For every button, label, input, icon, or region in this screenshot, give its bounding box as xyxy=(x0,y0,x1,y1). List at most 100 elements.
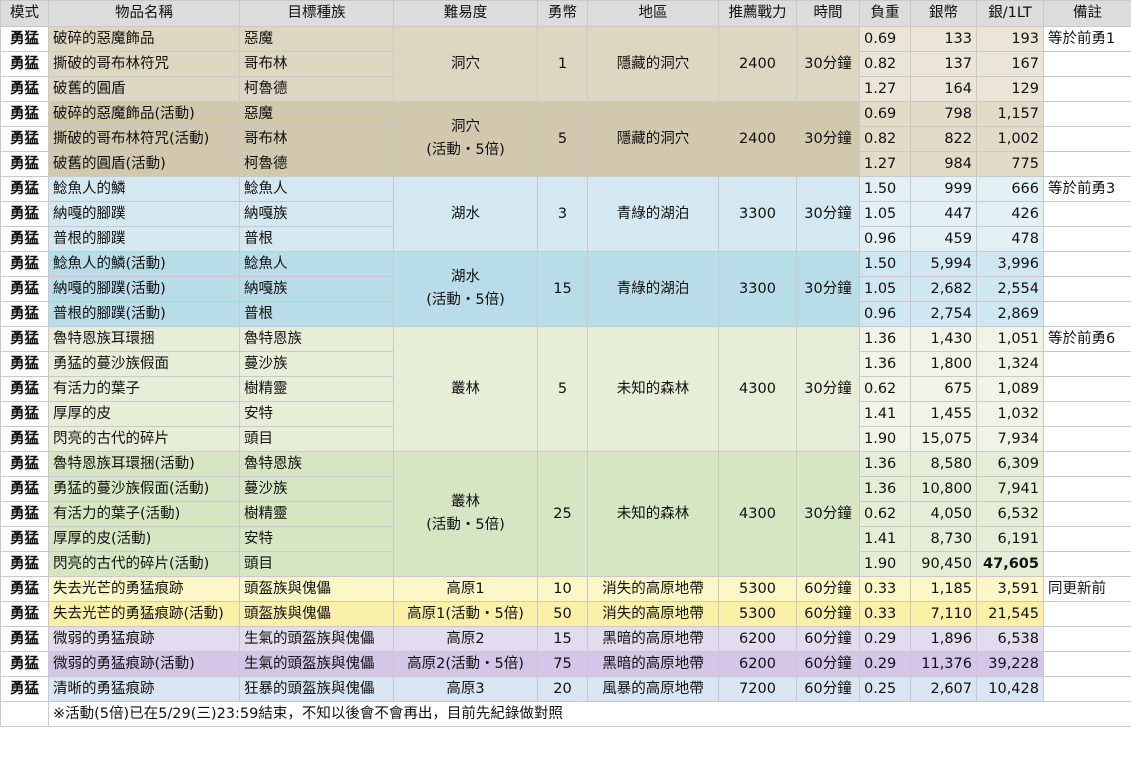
weight-cell: 1.36 xyxy=(859,351,911,377)
mode-cell: 勇猛 xyxy=(0,26,49,52)
difficulty-cell: 洞穴 (活動・5倍) xyxy=(393,101,538,177)
region-cell: 隱藏的洞穴 xyxy=(587,26,719,102)
target-race-cell: 納嘎族 xyxy=(239,201,394,227)
mode-cell: 勇猛 xyxy=(0,676,49,702)
weight-cell: 1.50 xyxy=(859,176,911,202)
difficulty-cell: 叢林 (活動・5倍) xyxy=(393,451,538,577)
silver-per-lt-cell: 3,591 xyxy=(976,576,1044,602)
target-race-cell: 普根 xyxy=(239,226,394,252)
target-race-cell: 樹精靈 xyxy=(239,501,394,527)
note-cell xyxy=(1043,401,1131,427)
difficulty-line: 洞穴 xyxy=(451,119,480,135)
silver-per-lt-cell: 478 xyxy=(976,226,1044,252)
weight-cell: 1.05 xyxy=(859,276,911,302)
note-cell xyxy=(1043,601,1131,627)
silver-per-lt-cell: 167 xyxy=(976,51,1044,77)
note-cell xyxy=(1043,51,1131,77)
coins-cell: 20 xyxy=(537,676,588,702)
difficulty-cell: 高原2 xyxy=(393,626,538,652)
table-row: 勇猛 破碎的惡魔飾品 惡魔 洞穴 1 隱藏的洞穴 2400 30分鐘 0.69 133 193 等於前… xyxy=(0,26,1131,102)
silver-cell: 459 xyxy=(910,226,977,252)
difficulty-line: 高原1(活動・5倍) xyxy=(407,605,524,622)
silver-cell: 1,800 xyxy=(910,351,977,377)
item-name-cell: 普根的腳蹼 xyxy=(48,226,240,252)
power-cell: 3300 xyxy=(718,251,797,327)
silver-per-lt-cell: 7,934 xyxy=(976,426,1044,452)
difficulty-line: 湖水 xyxy=(451,269,480,285)
mode-cell: 勇猛 xyxy=(0,176,49,202)
footnote-spacer xyxy=(0,701,49,727)
mode-cell: 勇猛 xyxy=(0,151,49,177)
target-race-cell: 安特 xyxy=(239,526,394,552)
item-name-cell: 微弱的勇猛痕跡 xyxy=(48,626,240,652)
weight-cell: 1.90 xyxy=(859,551,911,577)
item-name-cell: 失去光芒的勇猛痕跡 xyxy=(48,576,240,602)
weight-cell: 1.27 xyxy=(859,151,911,177)
drop-table: 模式 物品名稱 目標種族 難易度 勇幣 地區 推薦戰力 時間 負重 銀幣 銀/1… xyxy=(0,0,1131,727)
mode-cell: 勇猛 xyxy=(0,126,49,152)
power-cell: 5300 xyxy=(718,601,797,627)
item-name-cell: 魯特恩族耳環捆 xyxy=(48,326,240,352)
target-race-cell: 頭目 xyxy=(239,551,394,577)
difficulty-line: 洞穴 xyxy=(451,55,480,72)
power-cell: 2400 xyxy=(718,26,797,102)
item-name-cell: 魯特恩族耳環捆(活動) xyxy=(48,451,240,477)
region-cell: 隱藏的洞穴 xyxy=(587,101,719,177)
item-name-cell: 破碎的惡魔飾品 xyxy=(48,26,240,52)
header-row: 模式 物品名稱 目標種族 難易度 勇幣 地區 推薦戰力 時間 負重 銀幣 銀/1… xyxy=(0,0,1131,27)
header-silver: 銀幣 xyxy=(910,0,977,27)
time-cell: 60分鐘 xyxy=(796,626,860,652)
item-name-cell: 納嘎的腳蹼(活動) xyxy=(48,276,240,302)
mode-cell: 勇猛 xyxy=(0,301,49,327)
region-cell: 消失的高原地帶 xyxy=(587,576,719,602)
difficulty-line: 叢林 xyxy=(451,494,480,510)
coins-cell: 15 xyxy=(537,251,588,327)
note-cell xyxy=(1043,651,1131,677)
power-cell: 5300 xyxy=(718,576,797,602)
weight-cell: 1.90 xyxy=(859,426,911,452)
coins-cell: 5 xyxy=(537,326,588,452)
region-cell: 黑暗的高原地帶 xyxy=(587,651,719,677)
note-cell: 等於前勇1 xyxy=(1043,26,1131,52)
region-cell: 未知的森林 xyxy=(587,326,719,452)
time-cell: 60分鐘 xyxy=(796,601,860,627)
weight-cell: 0.33 xyxy=(859,576,911,602)
silver-cell: 1,455 xyxy=(910,401,977,427)
silver-cell: 999 xyxy=(910,176,977,202)
note-cell xyxy=(1043,151,1131,177)
target-race-cell: 生氣的頭盔族與傀儡 xyxy=(239,626,394,652)
silver-cell: 822 xyxy=(910,126,977,152)
silver-per-lt-cell: 1,157 xyxy=(976,101,1044,127)
difficulty-line: (活動・5倍) xyxy=(426,517,505,533)
weight-cell: 0.96 xyxy=(859,226,911,252)
coins-cell: 5 xyxy=(537,101,588,177)
difficulty-cell: 洞穴 xyxy=(393,26,538,102)
table-row: 勇猛 鯰魚人的鱗 鯰魚人 湖水 3 青綠的湖泊 3300 30分鐘 1.50 999 666 等於前勇… xyxy=(0,176,1131,252)
target-race-cell: 惡魔 xyxy=(239,101,394,127)
item-name-cell: 有活力的葉子(活動) xyxy=(48,501,240,527)
note-cell xyxy=(1043,626,1131,652)
item-name-cell: 破舊的圓盾 xyxy=(48,76,240,102)
silver-per-lt-cell: 2,554 xyxy=(976,276,1044,302)
mode-cell: 勇猛 xyxy=(0,476,49,502)
coins-cell: 1 xyxy=(537,26,588,102)
item-name-cell: 厚厚的皮 xyxy=(48,401,240,427)
table-row: 勇猛 魯特恩族耳環捆(活動) 魯特恩族 叢林 (活動・5倍) 25 未知的森林 4300 30分… xyxy=(0,451,1131,577)
weight-cell: 0.33 xyxy=(859,601,911,627)
target-race-cell: 樹精靈 xyxy=(239,376,394,402)
item-name-cell: 勇猛的蔓沙族假面 xyxy=(48,351,240,377)
silver-per-lt-cell: 47,605 xyxy=(976,551,1044,577)
weight-cell: 0.96 xyxy=(859,301,911,327)
note-cell xyxy=(1043,101,1131,127)
header-target-race: 目標種族 xyxy=(239,0,394,27)
difficulty-line: 高原2(活動・5倍) xyxy=(407,655,524,672)
time-cell: 30分鐘 xyxy=(796,176,860,252)
note-cell: 同更新前 xyxy=(1043,576,1131,602)
difficulty-line: 高原1 xyxy=(446,580,485,597)
silver-cell: 7,110 xyxy=(910,601,977,627)
silver-per-lt-cell: 7,941 xyxy=(976,476,1044,502)
item-name-cell: 失去光芒的勇猛痕跡(活動) xyxy=(48,601,240,627)
mode-cell: 勇猛 xyxy=(0,51,49,77)
silver-per-lt-cell: 3,996 xyxy=(976,251,1044,277)
weight-cell: 1.36 xyxy=(859,476,911,502)
